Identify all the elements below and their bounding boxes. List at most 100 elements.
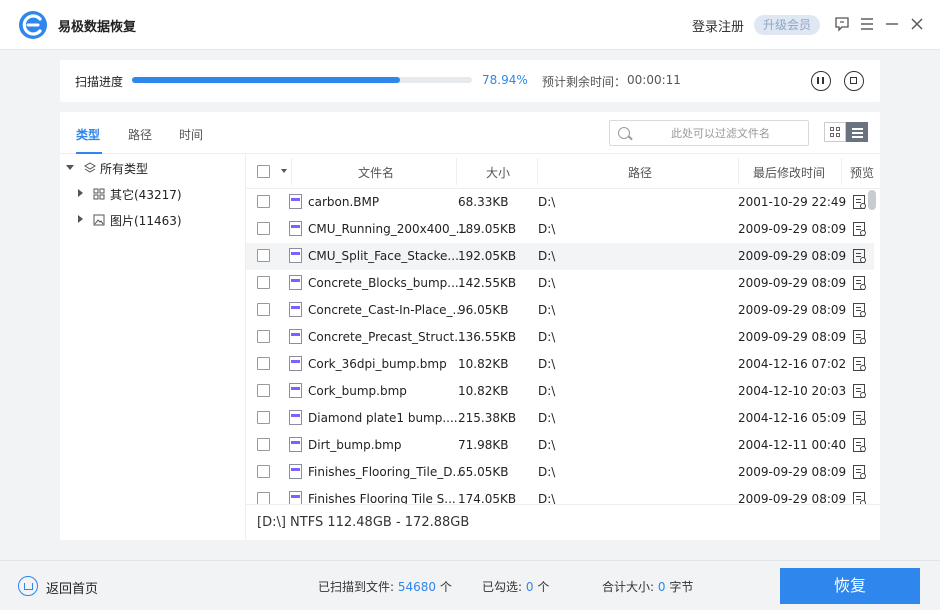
preview-icon[interactable]	[853, 195, 866, 209]
select-all-checkbox[interactable]	[257, 165, 270, 178]
row-checkbox[interactable]	[257, 438, 270, 451]
preview-icon[interactable]	[853, 411, 866, 425]
file-path: D:\	[538, 411, 556, 425]
column-header-preview: 预览	[850, 166, 875, 180]
row-checkbox[interactable]	[257, 195, 270, 208]
column-header-path[interactable]: 路径	[628, 164, 652, 181]
tree-item-label: 所有类型	[100, 162, 149, 176]
file-size: 215.38KB	[458, 411, 517, 425]
select-menu-chevron-down-icon[interactable]	[281, 169, 287, 173]
file-path: D:\	[538, 249, 556, 263]
table-row[interactable]: Concrete_Cast-In-Place_... 96.05KB D:\ 2009…	[246, 297, 874, 324]
tree-item-all-types[interactable]: 所有类型	[60, 157, 246, 179]
minimize-icon[interactable]	[884, 16, 900, 32]
scanned-unit: 个	[439, 580, 452, 594]
tab-time[interactable]: 时间	[179, 126, 203, 143]
file-modified-time: 2009-09-29 08:09	[738, 222, 847, 236]
feedback-icon[interactable]	[834, 16, 850, 32]
tab-type[interactable]: 类型	[76, 126, 100, 143]
table-row[interactable]: Concrete_Blocks_bump.... 142.55KB D:\ 2009-…	[246, 270, 874, 297]
expand-arrow-icon[interactable]	[66, 165, 74, 170]
preview-icon[interactable]	[853, 303, 866, 317]
column-header-modified[interactable]: 最后修改时间	[753, 164, 825, 181]
table-row[interactable]: Finishes_Flooring_Tile_D... 65.05KB D:\ 200…	[246, 459, 874, 486]
preview-icon[interactable]	[853, 438, 866, 452]
total-size-stat: 合计大小: 0 字节	[602, 578, 693, 595]
file-modified-time: 2004-12-16 05:09	[738, 411, 847, 425]
title-bar: 易极数据恢复 登录注册 升级会员	[0, 0, 940, 50]
preview-icon[interactable]	[853, 492, 866, 504]
table-row[interactable]: CMU_Running_200x400_... 189.05KB D:\ 2009-0…	[246, 216, 874, 243]
table-row[interactable]: CMU_Split_Face_Stacke... 192.05KB D:\ 2009-…	[246, 243, 874, 270]
column-header-size[interactable]: 大小	[486, 164, 510, 181]
row-checkbox[interactable]	[257, 411, 270, 424]
back-home-button[interactable]: 返回首页	[18, 575, 108, 597]
pause-icon	[817, 77, 824, 84]
close-icon[interactable]	[909, 16, 925, 32]
table-row[interactable]: Dirt_bump.bmp 71.98KB D:\ 2004-12-11 00:40	[246, 432, 874, 459]
selected-count: 0	[525, 580, 534, 594]
preview-icon[interactable]	[853, 357, 866, 371]
column-header-name[interactable]: 文件名	[358, 164, 394, 181]
row-checkbox[interactable]	[257, 249, 270, 262]
row-checkbox[interactable]	[257, 492, 270, 504]
back-home-label: 返回首页	[46, 582, 99, 597]
file-path: D:\	[538, 276, 556, 290]
column-divider	[456, 158, 457, 185]
row-checkbox[interactable]	[257, 384, 270, 397]
row-checkbox[interactable]	[257, 222, 270, 235]
file-name: Concrete_Cast-In-Place_...	[308, 303, 464, 317]
collapse-arrow-icon[interactable]	[78, 215, 83, 223]
row-checkbox[interactable]	[257, 303, 270, 316]
file-name: Finishes_Flooring_Tile_D...	[308, 465, 464, 479]
table-row[interactable]: Diamond plate1 bump.... 215.38KB D:\ 2004-1…	[246, 405, 874, 432]
file-modified-time: 2001-10-29 22:49	[738, 195, 847, 209]
file-name: carbon.BMP	[308, 195, 380, 209]
tree-item-other[interactable]: 其它(43217)	[60, 183, 246, 205]
table-row[interactable]: Cork_bump.bmp 10.82KB D:\ 2004-12-10 20:03	[246, 378, 874, 405]
row-checkbox[interactable]	[257, 357, 270, 370]
pause-button[interactable]	[811, 71, 831, 91]
file-path: D:\	[538, 195, 556, 209]
image-file-icon	[289, 275, 302, 290]
table-row[interactable]: Cork_36dpi_bump.bmp 10.82KB D:\ 2004-12-16 …	[246, 351, 874, 378]
table-row[interactable]: carbon.BMP 68.33KB D:\ 2001-10-29 22:49	[246, 189, 874, 216]
stop-button[interactable]	[844, 71, 864, 91]
grid-view-button[interactable]	[824, 122, 846, 142]
list-view-button[interactable]	[846, 122, 868, 142]
login-register-link[interactable]: 登录注册	[692, 16, 744, 35]
selected-unit: 个	[537, 580, 550, 594]
preview-icon[interactable]	[853, 276, 866, 290]
file-size: 10.82KB	[458, 384, 509, 398]
list-view-icon	[852, 127, 863, 138]
row-checkbox[interactable]	[257, 276, 270, 289]
row-checkbox[interactable]	[257, 330, 270, 343]
preview-icon[interactable]	[853, 330, 866, 344]
preview-icon[interactable]	[853, 465, 866, 479]
scan-progress-label: 扫描进度	[75, 75, 124, 89]
app-title: 易极数据恢复	[58, 20, 137, 35]
image-file-icon	[289, 248, 302, 263]
recover-button[interactable]: 恢复	[780, 568, 920, 604]
preview-icon[interactable]	[853, 222, 866, 236]
menu-icon[interactable]	[859, 16, 875, 32]
table-scrollbar[interactable]	[868, 190, 876, 210]
upgrade-vip-button[interactable]: 升级会员	[754, 15, 820, 35]
file-path: D:\	[538, 438, 556, 452]
file-modified-time: 2009-09-29 08:09	[738, 330, 847, 344]
row-checkbox[interactable]	[257, 465, 270, 478]
table-row[interactable]: Finishes Flooring Tile S... 174.05KB D:\ 20…	[246, 486, 874, 504]
table-row[interactable]: Concrete_Precast_Struct... 136.55KB D:\ 200…	[246, 324, 874, 351]
file-modified-time: 2009-09-29 08:09	[738, 276, 847, 290]
collapse-arrow-icon[interactable]	[78, 189, 83, 197]
tree-item-images[interactable]: 图片(11463)	[60, 209, 246, 231]
filter-input[interactable]	[638, 124, 803, 142]
file-path: D:\	[538, 222, 556, 236]
tab-path[interactable]: 路径	[128, 126, 152, 143]
preview-icon[interactable]	[853, 249, 866, 263]
file-size: 71.98KB	[458, 438, 509, 452]
image-file-icon	[289, 383, 302, 398]
preview-icon[interactable]	[853, 384, 866, 398]
file-size: 142.55KB	[458, 276, 517, 290]
file-name: CMU_Split_Face_Stacke...	[308, 249, 459, 263]
